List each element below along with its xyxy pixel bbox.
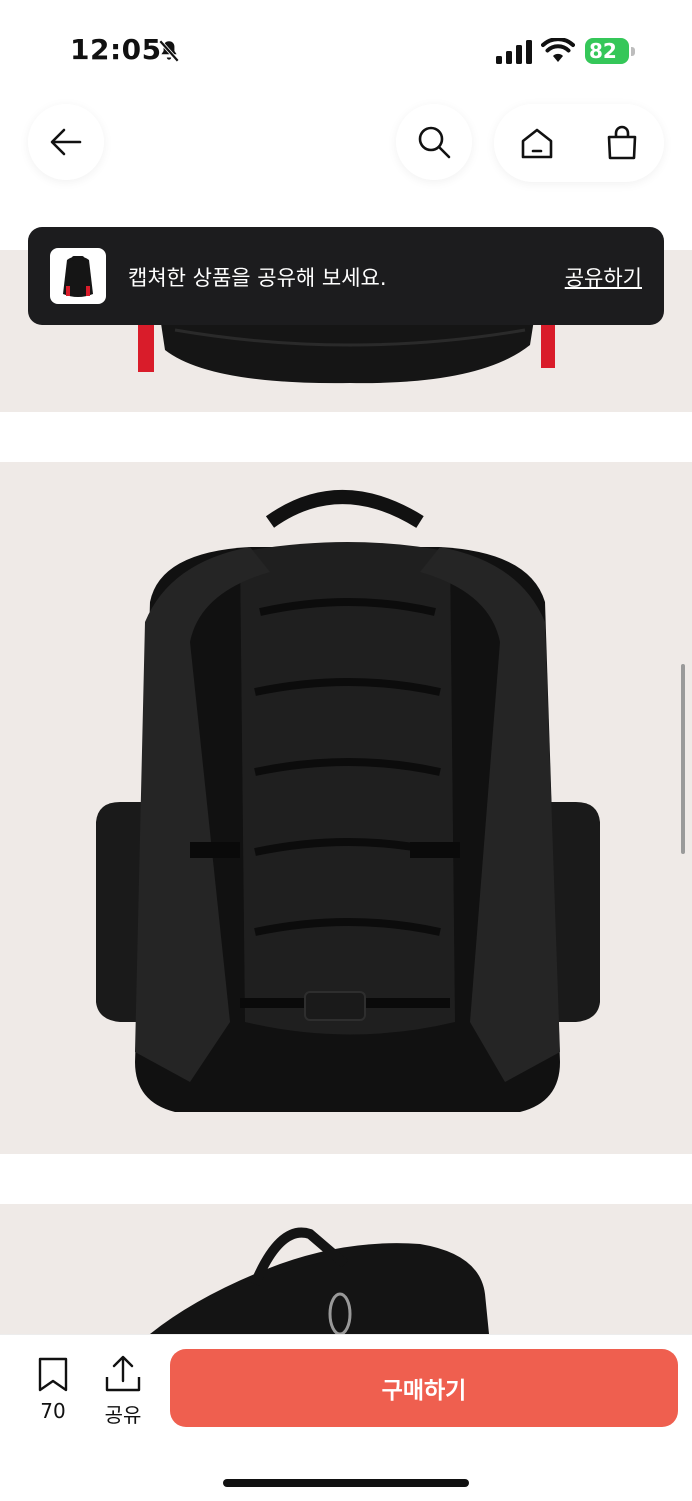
buy-button[interactable]: 구매하기 [170,1349,678,1427]
search-icon [418,126,451,159]
toast-product-thumbnail [50,248,106,304]
home-icon [521,128,552,159]
share-button[interactable] [104,1355,142,1397]
bookmark-icon [38,1357,68,1392]
bookmark-count: 70 [40,1399,66,1423]
share-label: 공유 [104,1403,142,1427]
bottom-action-bar: 70 공유 구매하기 [0,1334,692,1501]
nav-pill [494,104,664,182]
home-button[interactable] [494,104,579,182]
toast-message: 캡쳐한 상품을 공유해 보세요. [128,266,387,290]
status-time: 12:05 [70,33,162,66]
scrollbar-thumb[interactable] [681,664,685,854]
share-toast: 캡쳐한 상품을 공유해 보세요. 공유하기 [28,227,664,325]
arrow-left-icon [50,128,82,156]
back-button[interactable] [28,104,104,180]
battery-level: 82 [589,39,617,63]
search-button[interactable] [396,104,472,180]
product-image-main [0,462,692,1154]
share-icon [105,1355,141,1392]
bell-muted-icon [158,39,180,63]
wifi-icon [541,38,575,62]
shopping-bag-icon [607,125,636,160]
cart-button[interactable] [579,104,664,182]
product-image-bottom [0,1204,692,1344]
signal-icon [496,40,532,64]
battery-indicator: 82 [585,38,635,65]
toast-share-link[interactable]: 공유하기 [565,262,642,292]
bookmark-button[interactable] [36,1357,70,1397]
home-indicator [223,1479,469,1487]
status-bar: 12:05 82 [0,0,692,100]
